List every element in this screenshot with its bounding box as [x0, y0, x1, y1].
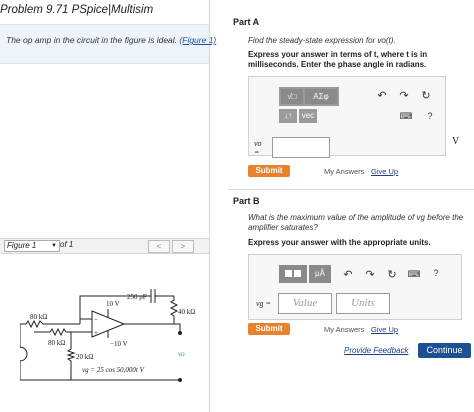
c1-label: 250 pF	[127, 293, 147, 301]
continue-button[interactable]: Continue	[418, 343, 471, 358]
vneg-label: −10 V	[110, 340, 128, 348]
figure-link[interactable]: (Figure 1)	[179, 35, 216, 45]
r4-label: 40 kΩ	[178, 308, 195, 316]
intro-text: The op amp in the circuit in the figure …	[6, 35, 178, 45]
part-b-question-1: What is the maximum value of the amplitu…	[248, 213, 464, 222]
part-b-instruction: Express your answer with the appropriate…	[248, 238, 431, 247]
part-b-question-2: amplifier saturates?	[248, 223, 318, 232]
r3-label: 20 kΩ	[76, 353, 93, 361]
part-b-give-up[interactable]: Give Up	[371, 325, 398, 334]
part-a-instruction-2: milliseconds. Enter the phase angle in r…	[248, 60, 427, 69]
minus-terminal: −	[94, 316, 98, 324]
circuit-diagram: 80 kΩ 80 kΩ 20 kΩ 40 kΩ 250 pF 10 V −10 …	[20, 289, 195, 382]
problem-title: Problem 9.71 PSpice|Multisim	[0, 4, 154, 16]
r1-label: 80 kΩ	[30, 313, 47, 321]
vo-answer-input[interactable]	[272, 137, 330, 158]
figure-toolbar: Figure 1 ▼ of 1 < >	[0, 238, 209, 254]
part-b-submit-button[interactable]: Submit	[248, 323, 290, 335]
undo-icon[interactable]: ↶	[341, 268, 355, 281]
vo-var-label: vo	[254, 139, 262, 148]
figure-select[interactable]: Figure 1 ▼	[4, 240, 60, 252]
r2-label: 80 kΩ	[48, 339, 65, 347]
keyboard-icon[interactable]: ⌨	[407, 269, 421, 280]
prev-figure-button[interactable]: <	[148, 240, 170, 253]
units-input[interactable]: Units	[336, 293, 390, 314]
redo-icon[interactable]: ↷	[363, 268, 377, 281]
template-button[interactable]	[279, 265, 307, 283]
next-figure-button[interactable]: >	[172, 240, 194, 253]
problem-intro: The op amp in the circuit in the figure …	[0, 24, 216, 64]
greek-symbols-button[interactable]: ΑΣφ	[305, 89, 337, 104]
keyboard-icon[interactable]: ⌨	[399, 111, 413, 122]
part-a-question: Find the steady-state expression for vo(…	[248, 36, 396, 45]
redo-icon[interactable]: ↷	[397, 89, 411, 102]
reset-icon[interactable]: ↻	[419, 89, 433, 102]
vo-label: vo	[178, 350, 185, 358]
reset-icon[interactable]: ↻	[385, 268, 399, 281]
part-a-instruction-1: Express your answer in terms of t, where…	[248, 50, 428, 59]
vpos-label: 10 V	[106, 300, 120, 308]
help-icon[interactable]: ?	[431, 268, 441, 278]
part-b-heading: Part B	[233, 196, 260, 206]
subscript-button[interactable]: ↓↑	[279, 109, 297, 123]
undo-icon[interactable]: ↶	[375, 89, 389, 102]
plus-terminal: +	[94, 329, 98, 337]
part-a-my-answers[interactable]: My Answers	[324, 167, 364, 176]
vg-var-label: vg =	[256, 299, 271, 308]
value-input[interactable]: Value	[278, 293, 332, 314]
figure-count: of 1	[60, 240, 74, 249]
section-divider	[228, 189, 474, 190]
part-a-heading: Part A	[233, 17, 260, 27]
part-b-my-answers[interactable]: My Answers	[324, 325, 364, 334]
part-a-give-up[interactable]: Give Up	[371, 167, 398, 176]
unit-volts: V	[452, 136, 460, 147]
provide-feedback-link[interactable]: Provide Feedback	[344, 346, 408, 355]
chevron-down-icon: ▼	[51, 243, 57, 249]
source-plus: +	[20, 349, 21, 355]
help-icon[interactable]: ?	[425, 111, 435, 121]
left-panel: Problem 9.71 PSpice|Multisim The op amp …	[0, 0, 216, 412]
root-template-button[interactable]: √□	[281, 89, 303, 104]
vec-button[interactable]: vec	[299, 109, 317, 123]
vg-equation: vg = 25 cos 50,000t V	[82, 366, 145, 374]
part-a-submit-button[interactable]: Submit	[248, 165, 290, 177]
vo-var-equals: =	[254, 148, 260, 157]
units-button[interactable]: μÅ	[309, 265, 331, 283]
